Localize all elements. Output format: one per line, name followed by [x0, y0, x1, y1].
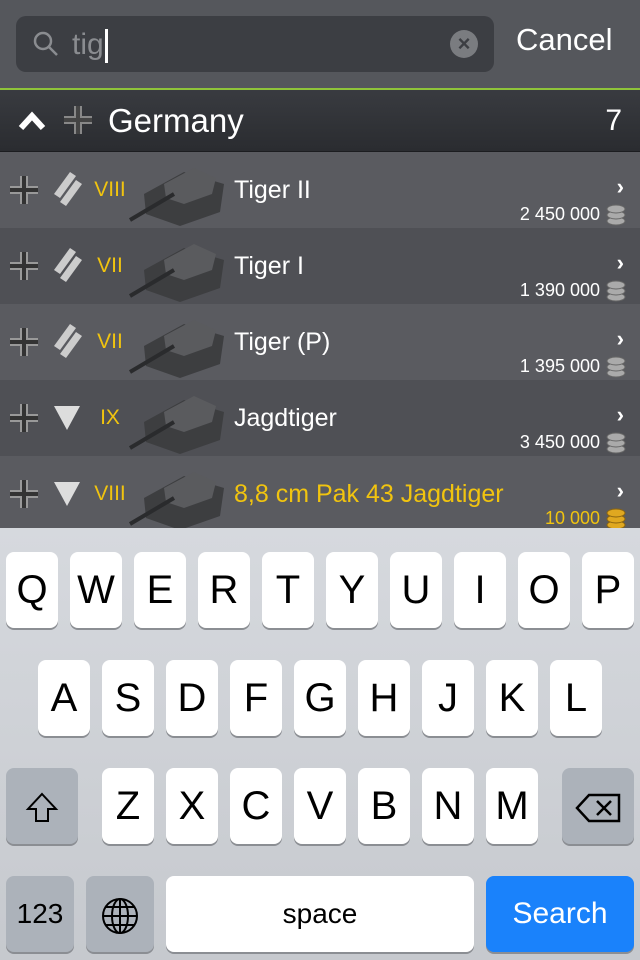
chevron-right-icon: › [616, 174, 624, 199]
vehicle-price: 1 395 000 [519, 356, 600, 376]
key-u[interactable]: U [390, 552, 442, 628]
key-i[interactable]: I [454, 552, 506, 628]
globe-icon [102, 898, 138, 935]
key-y[interactable]: Y [326, 552, 378, 628]
vehicle-row[interactable]: VII Tiger I › 1 390 000 [0, 228, 640, 304]
vehicle-row[interactable]: VIII 8,8 cm Pak 43 Jagdtiger › 10 000 [0, 456, 640, 530]
vehicle-name: Tiger II [234, 176, 311, 204]
key-g[interactable]: G [294, 660, 346, 736]
tank-image [124, 382, 230, 461]
vehicle-price: 2 450 000 [519, 204, 600, 224]
cancel-button[interactable]: Cancel [516, 22, 613, 58]
silver-coin-icon [606, 280, 626, 307]
backspace-key[interactable] [562, 768, 634, 844]
key-f[interactable]: F [230, 660, 282, 736]
section-count: 7 [605, 104, 622, 137]
text-caret [104, 29, 108, 64]
key-p[interactable]: P [582, 552, 634, 628]
german-cross-icon [10, 176, 38, 209]
vehicle-price: 10 000 [544, 508, 600, 528]
key-x[interactable]: X [166, 768, 218, 844]
vehicle-row[interactable]: VIII Tiger II › 2 450 000 [0, 152, 640, 228]
vehicle-price: 3 450 000 [519, 432, 600, 452]
key-c[interactable]: C [230, 768, 282, 844]
search-icon [32, 30, 60, 63]
silver-coin-icon [606, 204, 626, 231]
space-key[interactable]: space [166, 876, 474, 952]
german-cross-icon [10, 404, 38, 437]
search-query: tig [72, 28, 104, 61]
key-a[interactable]: A [38, 660, 90, 736]
vehicle-row[interactable]: IX Jagdtiger › 3 450 000 [0, 380, 640, 456]
shift-key[interactable] [6, 768, 78, 844]
search-input[interactable]: tig × [16, 16, 494, 72]
tank-destroyer-icon [50, 474, 84, 519]
key-v[interactable]: V [294, 768, 346, 844]
heavy-tank-icon [50, 246, 84, 291]
backspace-icon [575, 794, 621, 823]
chevron-right-icon: › [616, 402, 624, 427]
vehicle-name: Tiger I [234, 252, 304, 280]
silver-coin-icon [606, 432, 626, 459]
vehicle-name: Jagdtiger [234, 404, 337, 432]
chevron-right-icon: › [616, 326, 624, 351]
tank-image [124, 230, 230, 309]
key-s[interactable]: S [102, 660, 154, 736]
key-t[interactable]: T [262, 552, 314, 628]
heavy-tank-icon [50, 322, 84, 367]
clear-search-button[interactable]: × [450, 30, 478, 58]
keyboard: Q W E R T Y U I O P A S D F G H J K L Z X C V B N M 123 space Search [0, 528, 640, 960]
tank-image [124, 458, 230, 537]
key-m[interactable]: M [486, 768, 538, 844]
chevron-right-icon: › [616, 250, 624, 275]
tank-image [124, 306, 230, 385]
silver-coin-icon [606, 356, 626, 383]
search-key[interactable]: Search [486, 876, 634, 952]
key-q[interactable]: Q [6, 552, 58, 628]
vehicle-row[interactable]: VII Tiger (P) › 1 395 000 [0, 304, 640, 380]
key-w[interactable]: W [70, 552, 122, 628]
key-h[interactable]: H [358, 660, 410, 736]
key-r[interactable]: R [198, 552, 250, 628]
key-n[interactable]: N [422, 768, 474, 844]
tank-image [124, 154, 230, 233]
vehicle-name: Tiger (P) [234, 328, 331, 356]
shift-icon [25, 792, 59, 823]
section-title: Germany [108, 102, 244, 139]
key-z[interactable]: Z [102, 768, 154, 844]
section-header-germany[interactable]: Germany 7 [0, 90, 640, 152]
german-cross-icon [64, 106, 92, 139]
key-o[interactable]: O [518, 552, 570, 628]
key-j[interactable]: J [422, 660, 474, 736]
german-cross-icon [10, 252, 38, 285]
vehicle-name: 8,8 cm Pak 43 Jagdtiger [234, 480, 504, 508]
key-k[interactable]: K [486, 660, 538, 736]
heavy-tank-icon [50, 170, 84, 215]
key-b[interactable]: B [358, 768, 410, 844]
globe-key[interactable] [86, 876, 154, 952]
key-d[interactable]: D [166, 660, 218, 736]
chevron-up-icon[interactable] [18, 108, 46, 137]
vehicle-price: 1 390 000 [519, 280, 600, 300]
german-cross-icon [10, 328, 38, 361]
key-e[interactable]: E [134, 552, 186, 628]
german-cross-icon [10, 480, 38, 513]
tank-destroyer-icon [50, 398, 84, 443]
chevron-right-icon: › [616, 478, 624, 503]
numbers-key[interactable]: 123 [6, 876, 74, 952]
key-l[interactable]: L [550, 660, 602, 736]
